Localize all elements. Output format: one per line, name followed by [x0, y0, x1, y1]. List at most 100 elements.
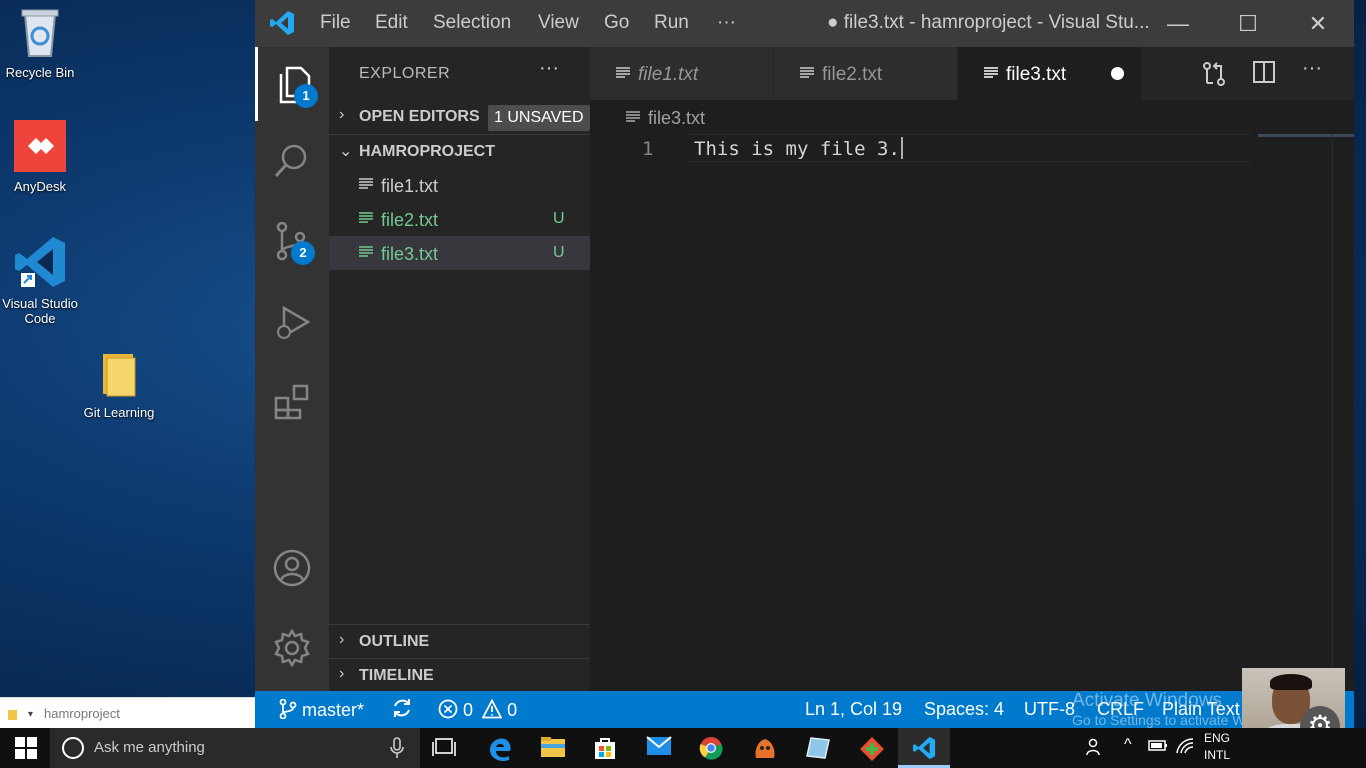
section-timeline[interactable]: › TIMELINE	[329, 658, 590, 692]
start-button[interactable]	[0, 728, 50, 768]
section-open-editors[interactable]: › OPEN EDITORS 1 UNSAVED	[329, 100, 590, 134]
activity-manage[interactable]	[255, 611, 329, 685]
taskbar-app-orange[interactable]	[738, 728, 790, 768]
sidebar-title: EXPLORER	[359, 65, 451, 82]
desktop-icon-label: Visual Studio Code	[2, 296, 78, 326]
menu-edit[interactable]: Edit	[375, 12, 408, 34]
warning-icon	[481, 698, 503, 719]
warning-count: 0	[507, 700, 518, 720]
taskbar-git-gui[interactable]	[845, 728, 897, 768]
desktop-icon-label: Git Learning	[83, 405, 155, 420]
task-view-icon	[432, 738, 456, 756]
extensions-icon	[274, 384, 309, 420]
taskbar-mail[interactable]	[632, 728, 684, 768]
cortana-search-box[interactable]: Ask me anything	[50, 728, 420, 768]
indentation[interactable]: Spaces: 4	[924, 699, 1004, 720]
tab-file2[interactable]: file2.txt	[774, 47, 958, 100]
activity-extensions[interactable]	[255, 365, 329, 439]
close-button[interactable]: ✕	[1283, 0, 1353, 47]
taskbar-vscode[interactable]	[898, 728, 950, 768]
desktop-icon-git-learning[interactable]: Git Learning	[79, 352, 159, 420]
sync-button[interactable]	[391, 697, 413, 724]
section-title: OUTLINE	[359, 633, 430, 650]
file-item-file2[interactable]: file2.txt U	[329, 202, 590, 236]
activity-accounts[interactable]	[255, 531, 329, 605]
cursor-position[interactable]: Ln 1, Col 19	[805, 699, 902, 720]
minimize-button[interactable]: —	[1143, 0, 1213, 47]
folder-icon	[8, 710, 17, 720]
menu-view[interactable]: View	[538, 12, 579, 34]
split-editor-button[interactable]	[1253, 61, 1275, 88]
section-outline[interactable]: › OUTLINE	[329, 624, 590, 658]
file-item-file3[interactable]: file3.txt U	[329, 236, 590, 270]
encoding[interactable]: UTF-8	[1024, 699, 1075, 720]
editor-more-button[interactable]: ···	[1302, 57, 1322, 80]
battery-icon[interactable]	[1148, 738, 1168, 755]
code-line[interactable]: This is my file 3.	[694, 137, 903, 160]
windows-taskbar: Ask me anything ^ ENG INTL	[0, 728, 1366, 768]
section-hamroproject[interactable]: ⌄ HAMROPROJECT	[329, 134, 590, 168]
wifi-icon[interactable]	[1176, 738, 1194, 757]
menu-file[interactable]: File	[320, 12, 351, 34]
breadcrumb: file3.txt	[590, 100, 1354, 134]
activity-source-control[interactable]: 2	[255, 204, 329, 278]
menu-go[interactable]: Go	[604, 12, 629, 34]
open-changes-button[interactable]	[1202, 61, 1226, 92]
menu-selection[interactable]: Selection	[433, 12, 511, 34]
taskbar-edge[interactable]	[473, 728, 525, 768]
desktop-icon-label: AnyDesk	[13, 179, 67, 194]
webcam-person-hair	[1270, 674, 1312, 690]
activity-search[interactable]	[255, 124, 329, 198]
people-icon[interactable]	[1086, 738, 1104, 759]
editor-scrollbar[interactable]	[1332, 134, 1354, 691]
text-file-icon	[626, 111, 640, 122]
desktop-icon-label: Recycle Bin	[5, 65, 75, 80]
sidebar-more-button[interactable]: ···	[539, 57, 559, 80]
unsaved-badge: 1 UNSAVED	[488, 105, 590, 131]
error-count: 0	[463, 700, 474, 720]
language-bottom: INTL	[1204, 748, 1231, 762]
taskbar-file-explorer[interactable]	[526, 728, 578, 768]
text-file-icon	[359, 178, 373, 189]
taskbar-task-view[interactable]	[418, 728, 470, 768]
problems-indicator[interactable]: 0 0	[438, 698, 518, 721]
text-file-icon	[616, 67, 630, 78]
file-explorer-address-bar[interactable]: ▾ hamroproject	[0, 697, 255, 728]
file-name: file2.txt	[381, 210, 439, 230]
chevron-up-icon[interactable]: ^	[1124, 736, 1132, 754]
anydesk-icon	[0, 120, 80, 175]
code-line-text: This is my file 3.	[694, 138, 900, 160]
text-caret	[900, 137, 903, 159]
taskbar-store[interactable]	[579, 728, 631, 768]
branch-indicator[interactable]: master*	[279, 698, 364, 721]
microphone-icon[interactable]	[390, 737, 404, 759]
input-language[interactable]: ENG INTL	[1204, 730, 1230, 764]
activity-run-debug[interactable]	[255, 285, 329, 359]
tab-label: file2.txt	[822, 64, 883, 85]
desktop-icon-anydesk[interactable]: AnyDesk	[0, 120, 80, 194]
vscode-icon	[912, 736, 936, 760]
maximize-button[interactable]: ☐	[1213, 0, 1283, 47]
unsaved-dot-icon[interactable]	[1111, 67, 1124, 80]
mail-icon	[646, 736, 672, 755]
activity-explorer[interactable]: 1	[255, 47, 329, 121]
tab-file3[interactable]: file3.txt	[958, 47, 1142, 100]
desktop-icon-vscode[interactable]: Visual Studio Code	[0, 235, 80, 326]
taskbar-app-notes[interactable]	[791, 728, 843, 768]
menu-more[interactable]: ···	[717, 12, 736, 34]
language-top: ENG	[1204, 731, 1231, 745]
breadcrumb-file[interactable]: file3.txt	[648, 108, 705, 129]
activity-bar: 1 2	[255, 47, 329, 691]
code-editor[interactable]: 1 This is my file 3.	[590, 134, 1354, 691]
tab-label: file1.txt	[638, 64, 699, 85]
git-branch-icon	[279, 698, 297, 720]
taskbar-chrome[interactable]	[685, 728, 737, 768]
menu-run[interactable]: Run	[654, 12, 689, 34]
vscode-window: File Edit Selection View Go Run ··· ● fi…	[255, 0, 1354, 728]
chevron-down-icon: ⌄	[339, 143, 353, 160]
tab-file1[interactable]: file1.txt	[590, 47, 774, 100]
explorer-sidebar: EXPLORER ··· › OPEN EDITORS 1 UNSAVED ⌄ …	[329, 47, 590, 691]
desktop-icon-recycle-bin[interactable]: Recycle Bin	[0, 6, 80, 80]
file-item-file1[interactable]: file1.txt	[329, 168, 590, 202]
chevron-down-icon[interactable]: ▾	[28, 709, 33, 720]
